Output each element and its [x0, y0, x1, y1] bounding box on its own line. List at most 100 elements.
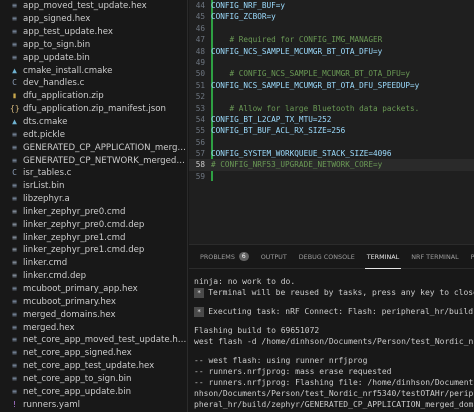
code-line[interactable]: 50 # CONFIG_NCS_SAMPLE_MCUMGR_BT_OTA_DFU…	[189, 68, 474, 79]
file-name: isr_tables.c	[23, 168, 72, 179]
file-name: app_update.bin	[23, 52, 90, 63]
tab-terminal[interactable]: TERMINAL	[361, 245, 406, 269]
tab-label: TERMINAL	[366, 252, 400, 261]
file-item[interactable]: ≡ net_core_app_test_update.hex	[0, 360, 187, 373]
file-item[interactable]: ≡ linker_zephyr_pre1.cmd.dep	[0, 244, 187, 257]
file-name: linker.cmd	[23, 258, 68, 269]
file-item[interactable]: ≡ app_signed.hex	[0, 13, 187, 26]
file-item[interactable]: ≡ app_update.bin	[0, 51, 187, 64]
panel-tabs: PROBLEMS 6 OUTPUT DEBUG CONSOLE TERMINAL NRF …	[189, 245, 474, 269]
terminal-line: -- runners.nrfjprog: mass erase requeste…	[194, 366, 474, 377]
terminal-line: -- runners.nrfjprog: Flashing file: /hom…	[194, 377, 474, 388]
code-line[interactable]: 59	[189, 171, 474, 182]
file-item[interactable]: ≡ linker_zephyr_pre0.cmd.dep	[0, 218, 187, 231]
tab-problems[interactable]: PROBLEMS 6	[194, 245, 255, 269]
file-item[interactable]: ≡ mcuboot_primary_app.hex	[0, 283, 187, 296]
file-name: net_core_app_test_update.hex	[23, 361, 155, 372]
line-text: # Allow for large Bluetooth data packets…	[211, 103, 420, 113]
terminal-gap	[194, 347, 474, 355]
line-number: 57	[195, 149, 205, 159]
file-item[interactable]: ▮ dfu_application.zip	[0, 90, 187, 103]
file-item[interactable]: ≡ linker_zephyr_pre0.cmd	[0, 206, 187, 219]
file-item[interactable]: Cdev_handles.c	[0, 77, 187, 90]
code-line[interactable]: 44 CONFIG_NRF_BUF=y	[189, 0, 474, 11]
code-line[interactable]: 51 CONFIG_NCS_SAMPLE_MCUMGR_BT_OTA_DFU_SP…	[189, 80, 474, 91]
code-editor[interactable]: 44 CONFIG_NRF_BUF=y 45 CONFIG_ZCBOR=y 46 47 #…	[189, 0, 474, 244]
line-number: 50	[195, 69, 205, 79]
file-item[interactable]: Cisr_tables.c	[0, 167, 187, 180]
file-item[interactable]: ≡ GENERATED_CP_NETWORK_merged_domai...	[0, 154, 187, 167]
tab-port[interactable]: PORT	[465, 245, 474, 269]
code-line[interactable]: 53 # Allow for large Bluetooth data pack…	[189, 103, 474, 114]
file-item[interactable]: ≡ linker.cmd.dep	[0, 270, 187, 283]
file-icon: ≡	[12, 155, 17, 165]
code-line[interactable]: 58 # CONFIG_NRF53_UPGRADE_NETWORK_CORE=y	[189, 159, 474, 171]
file-icon: ≡	[12, 296, 17, 306]
terminal-line: nhson/Documents/Person/test_Nordic_nrf53…	[194, 388, 474, 399]
line-number: 54	[195, 114, 205, 124]
file-name: net_core_app_update.bin	[23, 386, 132, 397]
code-line[interactable]: 47 # Required for CONFIG_IMG_MANAGER	[189, 34, 474, 45]
line-number: 56	[195, 137, 205, 147]
code-line[interactable]: 54 CONFIG_BT_L2CAP_TX_MTU=252	[189, 114, 474, 125]
file-name: dev_handles.c	[23, 78, 85, 89]
code-line[interactable]: 56	[189, 137, 474, 148]
file-item[interactable]: ≡ merged.hex	[0, 321, 187, 334]
file-item[interactable]: ≡ GENERATED_CP_APPLICATION_merged_do...	[0, 141, 187, 154]
file-icon: C	[12, 78, 17, 88]
file-icon: ≡	[12, 245, 17, 255]
file-item[interactable]: ≡ app_test_update.hex	[0, 26, 187, 39]
file-item[interactable]: ≡ edt.pickle	[0, 128, 187, 141]
file-item[interactable]: ≡ linker_zephyr_pre1.cmd	[0, 231, 187, 244]
file-item[interactable]: ≡ net_core_app_moved_test_update.hex	[0, 334, 187, 347]
file-item[interactable]: ▲ dts.cmake	[0, 116, 187, 129]
file-name: linker_zephyr_pre0.cmd.dep	[23, 219, 145, 230]
code-line[interactable]: 48 CONFIG_NCS_SAMPLE_MCUMGR_BT_OTA_DFU=y	[189, 46, 474, 57]
file-item[interactable]: ≡ app_moved_test_update.hex	[0, 0, 187, 13]
file-item[interactable]: ≡ net_core_app_update.bin	[0, 385, 187, 398]
file-name: isrList.bin	[23, 181, 65, 192]
code-line[interactable]: 45 CONFIG_ZCBOR=y	[189, 11, 474, 22]
terminal-output[interactable]: ninja: no work to do. * Terminal will be r…	[189, 269, 474, 412]
code-line[interactable]: 55 CONFIG_BT_BUF_ACL_RX_SIZE=256	[189, 125, 474, 136]
file-item[interactable]: ≡ net_core_app_signed.hex	[0, 347, 187, 360]
code-line[interactable]: 46	[189, 23, 474, 34]
file-icon: ≡	[12, 232, 17, 242]
tab-label: PROBLEMS	[200, 252, 235, 261]
file-item[interactable]: ≡ net_core_app_to_sign.bin	[0, 372, 187, 385]
tab-output[interactable]: OUTPUT	[255, 245, 293, 269]
file-icon: ≡	[12, 14, 17, 24]
line-text: CONFIG_NCS_SAMPLE_MCUMGR_BT_OTA_DFU=y	[211, 46, 383, 56]
terminal-gap	[194, 298, 474, 306]
file-item[interactable]: ≡ merged_domains.hex	[0, 308, 187, 321]
file-icon: ≡	[12, 258, 17, 268]
file-icon: ≡	[12, 181, 17, 191]
file-item[interactable]: ≡ linker.cmd	[0, 257, 187, 270]
terminal-text: pheral_hr/build/zephyr/GENERATED_CP_APPL…	[194, 400, 474, 409]
file-name: app_signed.hex	[23, 14, 91, 25]
line-number: 44	[195, 1, 205, 10]
file-icon: ≡	[12, 219, 17, 229]
file-item[interactable]: ≡ isrList.bin	[0, 180, 187, 193]
line-text: CONFIG_SYSTEM_WORKQUEUE_STACK_SIZE=4096	[211, 149, 392, 159]
tab-nrf-terminal[interactable]: NRF TERMINAL	[405, 245, 464, 269]
tab-debug-console[interactable]: DEBUG CONSOLE	[293, 245, 361, 269]
file-item[interactable]: ≡ mcuboot_primary.hex	[0, 295, 187, 308]
code-line[interactable]: 57 CONFIG_SYSTEM_WORKQUEUE_STACK_SIZE=409…	[189, 148, 474, 159]
tab-label: DEBUG CONSOLE	[298, 252, 355, 261]
file-item[interactable]: ▲ cmake_install.cmake	[0, 64, 187, 77]
file-icon: ▲	[12, 117, 17, 127]
file-item[interactable]: ≡ libzephyr.a	[0, 193, 187, 206]
file-name: net_core_app_signed.hex	[23, 348, 132, 359]
code-line[interactable]: 52	[189, 91, 474, 102]
file-item[interactable]: ≡ app_to_sign.bin	[0, 39, 187, 52]
code-line[interactable]: 49	[189, 57, 474, 68]
file-icon: ≡	[12, 309, 17, 319]
code-lines[interactable]: 44 CONFIG_NRF_BUF=y 45 CONFIG_ZCBOR=y 46 47 #…	[189, 0, 474, 182]
file-item[interactable]: ! runners.yaml	[0, 398, 187, 411]
bottom-panel: PROBLEMS 6 OUTPUT DEBUG CONSOLE TERMINAL NRF …	[189, 244, 474, 412]
file-icon: ≡	[12, 361, 17, 371]
file-name: mcuboot_primary.hex	[23, 296, 116, 307]
file-item[interactable]: {} dfu_application.zip_manifest.json	[0, 103, 187, 116]
terminal-text: Flashing build to 69651072	[194, 326, 320, 335]
